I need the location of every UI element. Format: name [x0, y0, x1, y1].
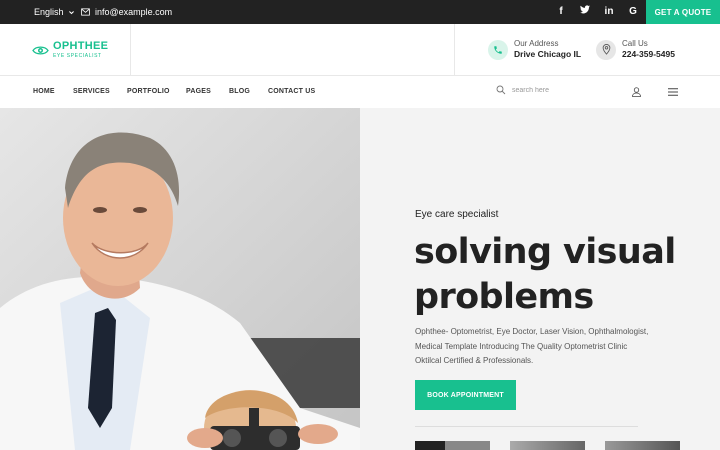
chevron-down-icon — [68, 10, 74, 14]
hero-headline-line-2: problems — [414, 277, 594, 317]
social-links: f in G — [555, 5, 639, 19]
hero-eyebrow: Eye care specialist — [415, 209, 499, 220]
nav-item-home[interactable]: HOME — [33, 88, 55, 95]
call-value[interactable]: 224-359-5495 — [622, 49, 675, 60]
linkedin-icon[interactable]: in — [603, 5, 615, 19]
menu-icon[interactable] — [668, 88, 678, 96]
site-header: OPHTHEE EYE SPECIALIST Our Address Drive… — [0, 24, 720, 76]
phone-icon — [494, 45, 502, 54]
header-divider — [130, 24, 131, 76]
eye-logo-icon — [32, 46, 49, 54]
hero-content: Eye care specialist solving visual probl… — [360, 108, 720, 450]
thumbnail-image[interactable] — [415, 441, 490, 450]
facebook-icon[interactable]: f — [555, 5, 567, 19]
nav-item-pages[interactable]: PAGES — [186, 88, 211, 95]
search-box — [496, 85, 592, 95]
search-icon[interactable] — [496, 85, 506, 95]
call-label: Call Us — [622, 39, 648, 48]
header-divider — [454, 24, 455, 76]
brand-name: OPHTHEE — [53, 40, 109, 52]
language-label: English — [34, 7, 64, 17]
hero-photo — [0, 108, 360, 450]
hero-divider — [415, 426, 638, 427]
nav-item-contact-us[interactable]: CONTACT US — [268, 88, 315, 95]
email-link[interactable]: info@example.com — [81, 7, 172, 17]
address-label: Our Address — [514, 39, 559, 48]
hero-description: Ophthee- Optometrist, Eye Doctor, Laser … — [415, 327, 649, 365]
map-pin-icon — [602, 44, 610, 55]
search-input[interactable] — [512, 86, 592, 94]
user-icon[interactable] — [632, 87, 641, 97]
address-value: Drive Chicago IL — [514, 49, 582, 59]
language-selector[interactable]: English — [34, 7, 75, 17]
nav-item-portfolio[interactable]: PORTFOLIO — [127, 88, 170, 95]
main-nav: HOME SERVICES PORTFOLIO PAGES BLOG CONTA… — [0, 76, 720, 108]
twitter-icon[interactable] — [579, 5, 591, 19]
hero-headline: solving visual problems — [414, 230, 676, 320]
logo[interactable]: OPHTHEE EYE SPECIALIST — [32, 41, 108, 59]
address-info: Our Address Drive Chicago IL — [488, 39, 581, 60]
location-circle — [596, 39, 616, 60]
top-bar: English info@example.com f in G GET A QU… — [0, 0, 720, 24]
hero-thumbnails — [415, 441, 680, 450]
mail-icon — [81, 8, 90, 16]
email-text: info@example.com — [95, 7, 173, 17]
google-icon[interactable]: G — [627, 5, 639, 19]
nav-item-blog[interactable]: BLOG — [229, 88, 250, 95]
nav-item-services[interactable]: SERVICES — [73, 88, 110, 95]
brand-tagline: EYE SPECIALIST — [53, 53, 102, 59]
get-a-quote-button[interactable]: GET A QUOTE — [646, 0, 720, 24]
book-appointment-button[interactable]: BOOK APPOINTMENT — [415, 380, 516, 410]
thumbnail-image[interactable] — [605, 441, 680, 450]
call-info: Call Us 224-359-5495 — [596, 39, 675, 60]
thumbnail-image[interactable] — [510, 441, 585, 450]
hero-headline-line-1: solving visual — [414, 232, 676, 272]
phone-circle — [488, 39, 508, 60]
